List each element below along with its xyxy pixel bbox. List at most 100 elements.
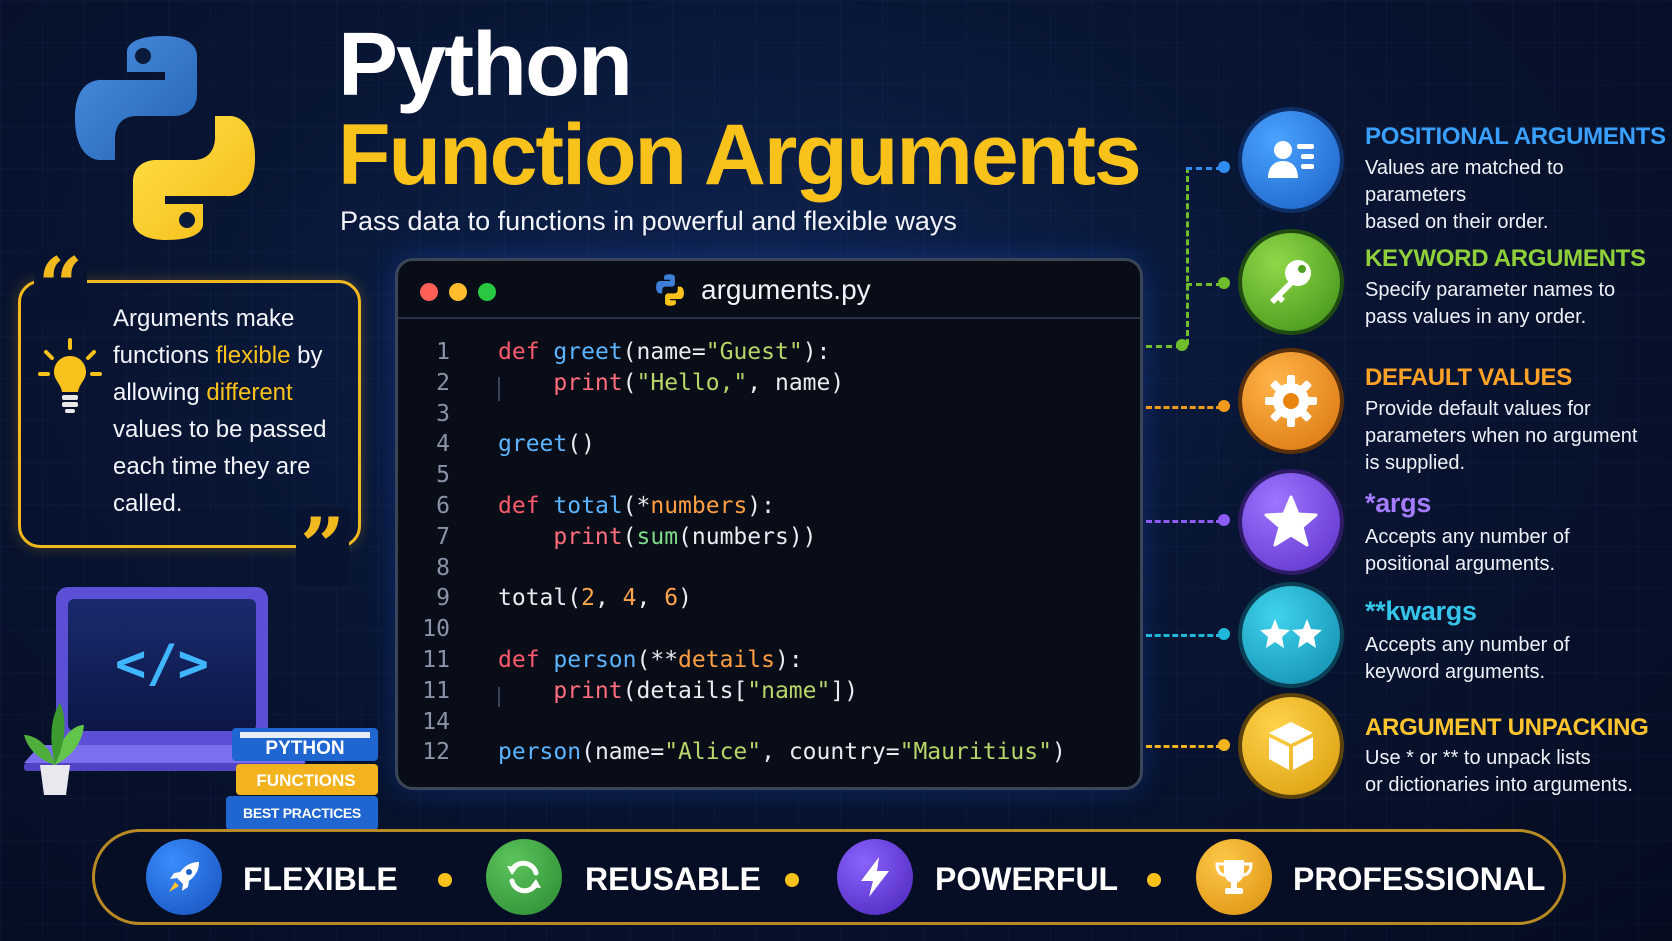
separator-dot bbox=[438, 873, 452, 887]
feature-desc: Accepts any number of keyword arguments. bbox=[1365, 632, 1665, 686]
quote-fragment: functions bbox=[113, 342, 216, 369]
gear-icon bbox=[1265, 375, 1317, 427]
connector-line bbox=[1146, 745, 1222, 748]
feature-desc-line: positional arguments. bbox=[1365, 553, 1556, 575]
book-best-practices: BEST PRACTICES bbox=[226, 796, 378, 830]
indent-guide bbox=[498, 687, 500, 707]
quote-line: Arguments make bbox=[113, 305, 295, 332]
code-line: 12 person(name="Alice", country="Mauritiu… bbox=[398, 737, 1140, 768]
line-number: 10 bbox=[422, 616, 450, 643]
feature-desc-line: or dictionaries into arguments. bbox=[1365, 774, 1633, 796]
indent-guide bbox=[498, 377, 500, 401]
code-line: 6 def total(*numbers): bbox=[398, 491, 1140, 522]
quote-line: allowing different bbox=[113, 374, 353, 411]
line-number: 14 bbox=[422, 708, 450, 735]
rocket-icon bbox=[169, 862, 199, 892]
connector-dot bbox=[1218, 400, 1230, 412]
line-number: 3 bbox=[436, 400, 450, 427]
connector-dot bbox=[1218, 161, 1230, 173]
book-title-python: PYTHON bbox=[265, 738, 344, 759]
code-line: 11 def person(**details): bbox=[398, 645, 1140, 676]
code-area[interactable]: 1 def greet(name="Guest"): 2 print("Hello… bbox=[398, 337, 1140, 768]
code-line: 9 total(2, 4, 6) bbox=[398, 583, 1140, 614]
feature-desc: Provide default values for parameters whe… bbox=[1365, 396, 1665, 477]
feature-desc-line: Use * or ** to unpack lists bbox=[1365, 747, 1591, 769]
feature-desc: Accepts any number of positional argument… bbox=[1365, 524, 1665, 578]
quote-line: called. bbox=[113, 490, 183, 517]
feature-desc-line: Accepts any number of bbox=[1365, 526, 1570, 548]
bar-label: FLEXIBLE bbox=[243, 861, 398, 897]
connector-line bbox=[1186, 167, 1222, 170]
line-number: 2 bbox=[436, 369, 450, 396]
quote-fragment: allowing bbox=[113, 379, 207, 406]
refresh-icon bbox=[507, 860, 541, 894]
args-icon bbox=[1242, 473, 1340, 571]
feature-desc-line: keyword arguments. bbox=[1365, 661, 1546, 683]
python-file-icon bbox=[656, 274, 684, 306]
connector-line bbox=[1186, 167, 1189, 345]
code-line: 8 bbox=[398, 553, 1140, 584]
feature-desc-line: parameters when no argument bbox=[1365, 425, 1638, 447]
quote-line: functions flexible by bbox=[113, 337, 353, 374]
reusable-badge bbox=[486, 839, 562, 915]
unpacking-icon bbox=[1242, 697, 1340, 795]
maximize-dot-icon[interactable] bbox=[478, 283, 496, 301]
filename: arguments.py bbox=[701, 274, 871, 305]
feature-title: POSITIONAL ARGUMENTS bbox=[1365, 123, 1666, 150]
code-line: 11 print(details["name"]) bbox=[398, 676, 1140, 707]
feature-desc-line: Provide default values for bbox=[1365, 398, 1591, 420]
quote-line: each time they are bbox=[113, 453, 311, 480]
python-logo-icon bbox=[75, 36, 255, 240]
close-dot-icon[interactable] bbox=[420, 283, 438, 301]
line-number: 11 bbox=[422, 677, 450, 704]
code-text: def person(**details): bbox=[498, 646, 803, 673]
connector-line bbox=[1186, 283, 1222, 286]
code-brackets-icon: </> bbox=[115, 634, 209, 694]
user-list-icon bbox=[1268, 141, 1314, 178]
feature-desc-line: based on their order. bbox=[1365, 211, 1549, 233]
line-number: 4 bbox=[436, 431, 450, 458]
connector-dot bbox=[1218, 739, 1230, 751]
feature-desc: Use * or ** to unpack lists or dictionari… bbox=[1365, 745, 1665, 799]
file-tab[interactable]: arguments.py bbox=[653, 273, 871, 307]
line-number: 5 bbox=[436, 462, 450, 489]
connector-line bbox=[1146, 520, 1222, 523]
open-quote-icon: “ bbox=[34, 248, 87, 326]
line-number: 12 bbox=[422, 739, 450, 766]
professional-badge bbox=[1196, 839, 1272, 915]
code-text: print(details["name"]) bbox=[553, 677, 859, 704]
quote-fragment: by bbox=[290, 342, 323, 369]
quote-highlight: different bbox=[206, 379, 293, 406]
feature-desc: Values are matched to parameters based on… bbox=[1365, 155, 1665, 236]
subtitle: Pass data to functions in powerful and f… bbox=[340, 206, 957, 236]
connector-dot bbox=[1218, 628, 1230, 640]
connector-line bbox=[1146, 634, 1222, 637]
line-number: 11 bbox=[422, 646, 450, 673]
code-text: total(2, 4, 6) bbox=[498, 585, 692, 612]
connector-dot bbox=[1218, 277, 1230, 289]
flexible-badge bbox=[146, 839, 222, 915]
star-icon bbox=[1264, 495, 1318, 547]
code-text: def greet(name="Guest"): bbox=[498, 339, 831, 365]
minimize-dot-icon[interactable] bbox=[449, 283, 467, 301]
feature-title: *args bbox=[1365, 488, 1432, 518]
quote-text: Arguments make functions flexible by all… bbox=[113, 300, 353, 522]
code-text: person(name="Alice", country="Mauritius"… bbox=[498, 739, 1066, 766]
double-star-icon bbox=[1260, 619, 1322, 648]
code-text: greet() bbox=[498, 431, 595, 458]
code-editor-window: arguments.py 1 def greet(name="Guest"): 2… bbox=[395, 258, 1143, 790]
lightbulb-icon bbox=[38, 338, 102, 413]
kwargs-icon bbox=[1242, 586, 1340, 684]
code-line: 1 def greet(name="Guest"): bbox=[398, 337, 1140, 368]
line-number: 1 bbox=[436, 339, 450, 365]
keyword-icon bbox=[1242, 233, 1340, 331]
quote-highlight: flexible bbox=[215, 342, 291, 369]
feature-title: KEYWORD ARGUMENTS bbox=[1365, 245, 1646, 272]
feature-desc-line: pass values in any order. bbox=[1365, 306, 1587, 328]
bar-label: REUSABLE bbox=[585, 861, 762, 897]
feature-desc-line: Accepts any number of bbox=[1365, 634, 1570, 656]
connector-dot bbox=[1218, 514, 1230, 526]
feature-desc-line: Specify parameter names to bbox=[1365, 279, 1616, 301]
bar-label: PROFESSIONAL bbox=[1293, 861, 1546, 897]
title-python: Python bbox=[338, 15, 633, 115]
